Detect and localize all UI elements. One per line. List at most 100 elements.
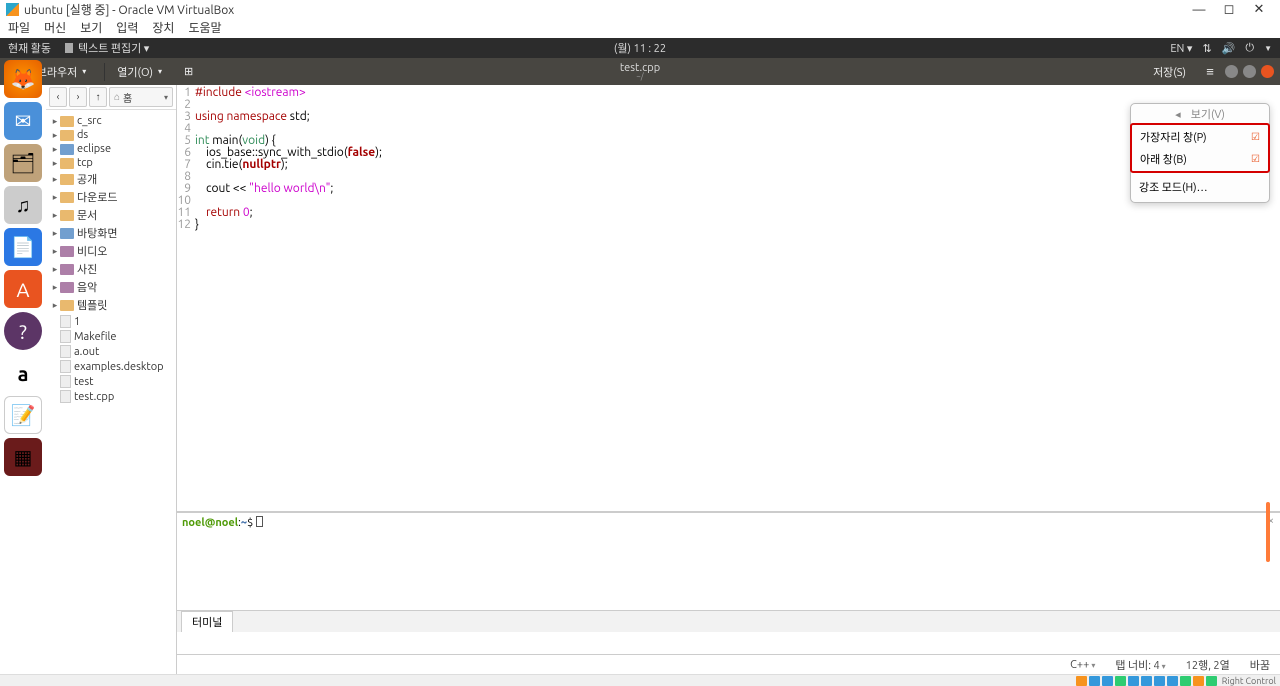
tree-item[interactable]: 1 <box>48 314 174 329</box>
nav-forward-button[interactable]: › <box>69 87 87 107</box>
volume-icon[interactable]: 🔊 <box>1222 42 1236 55</box>
tree-item[interactable]: ▸다운로드 <box>48 188 174 206</box>
amazon-icon[interactable]: a <box>4 354 42 392</box>
popup-view-header: ◂ 보기(V) <box>1131 104 1269 124</box>
open-button[interactable]: 열기(O)▾ <box>109 62 170 82</box>
gedit-headerbar: 파일 브라우저▾ 열기(O)▾ ⊞ test.cpp ~/ 저장(S) ≡ <box>0 58 1280 85</box>
hamburger-menu-button[interactable]: ≡ <box>1200 64 1220 79</box>
tree-item[interactable]: ▸tcp <box>48 156 174 170</box>
vb-mouse-icon[interactable] <box>1193 676 1204 686</box>
file-tree: ▸c_src▸ds▸eclipse▸tcp▸공개▸다운로드▸문서▸바탕화면▸비디… <box>46 110 176 408</box>
save-button[interactable]: 저장(S) <box>1145 62 1194 82</box>
vb-display-icon[interactable] <box>1154 676 1165 686</box>
insert-mode[interactable]: 바꿈 <box>1250 657 1270 673</box>
file-browser-sidebar: ‹ › ↑ ⌂홈▾ ▸c_src▸ds▸eclipse▸tcp▸공개▸다운로드▸… <box>46 85 177 674</box>
terminal-tab[interactable]: 터미널 <box>181 611 233 632</box>
vb-menu-input[interactable]: 입력 <box>116 19 138 38</box>
app-menu[interactable]: 텍스트 편집기 ▾ <box>65 40 149 56</box>
tree-item[interactable]: a.out <box>48 344 174 359</box>
maximize-button[interactable]: ◻ <box>1214 2 1244 17</box>
text-editor-launcher-icon[interactable]: 📝 <box>4 396 42 434</box>
window-close-button[interactable] <box>1261 65 1274 78</box>
gnome-top-bar: 현재 활동 텍스트 편집기 ▾ (월) 11 : 22 EN ▾ ⇅ 🔊 ⏻ ▼ <box>0 38 1280 58</box>
vb-recording-icon[interactable] <box>1167 676 1178 686</box>
files-icon[interactable]: 🗂 <box>4 144 42 182</box>
rhythmbox-icon[interactable]: ♫ <box>4 186 42 224</box>
line-number-gutter: 123456789101112 <box>177 85 195 511</box>
host-key-label: Right Control <box>1222 676 1276 686</box>
source-map-indicator <box>1266 502 1270 562</box>
vb-hdd-icon[interactable] <box>1076 676 1087 686</box>
home-icon: ⌂ <box>114 91 120 103</box>
vb-shared-folder-icon[interactable] <box>1141 676 1152 686</box>
clock[interactable]: (월) 11 : 22 <box>614 40 666 56</box>
virtualbox-icon <box>6 3 19 16</box>
vb-menu-machine[interactable]: 머신 <box>44 19 66 38</box>
vb-keyboard-icon[interactable] <box>1206 676 1217 686</box>
close-button[interactable]: ✕ <box>1244 2 1274 17</box>
tree-item[interactable]: examples.desktop <box>48 359 174 374</box>
tree-item[interactable]: ▸c_src <box>48 114 174 128</box>
statusbar: C++▾ 탭 너비: 4▾ 12행, 2열 바꿈 <box>177 654 1280 674</box>
tree-item[interactable]: ▸바탕화면 <box>48 224 174 242</box>
tree-item[interactable]: test.cpp <box>48 389 174 404</box>
vb-menu-help[interactable]: 도움말 <box>188 19 221 38</box>
code-content[interactable]: #include <iostream> using namespace std;… <box>195 85 382 511</box>
vb-usb-icon[interactable] <box>1128 676 1139 686</box>
tree-item[interactable]: ▸비디오 <box>48 242 174 260</box>
tree-item[interactable]: test <box>48 374 174 389</box>
popup-side-panel[interactable]: 가장자리 창(P)☑ <box>1132 126 1268 148</box>
ubuntu-software-icon[interactable]: A <box>4 270 42 308</box>
virtualbox-statusbar: Right Control <box>0 674 1280 686</box>
window-title: ubuntu [실행 중] - Oracle VM VirtualBox <box>24 1 234 18</box>
activities-button[interactable]: 현재 활동 <box>8 40 51 56</box>
power-icon[interactable]: ⏻ <box>1245 42 1254 55</box>
vb-menu-file[interactable]: 파일 <box>8 19 30 38</box>
check-icon: ☑ <box>1251 131 1260 143</box>
vb-cpu-icon[interactable] <box>1180 676 1191 686</box>
cursor-position: 12행, 2열 <box>1186 657 1230 673</box>
nav-home-button[interactable]: ⌂홈▾ <box>109 87 173 107</box>
popup-highlight-mode[interactable]: 강조 모드(H)… <box>1131 176 1269 198</box>
firefox-icon[interactable]: 🦊 <box>4 60 42 98</box>
tree-item[interactable]: ▸공개 <box>48 170 174 188</box>
nav-back-button[interactable]: ‹ <box>49 87 67 107</box>
language-mode[interactable]: C++▾ <box>1070 659 1095 671</box>
vb-optical-icon[interactable] <box>1089 676 1100 686</box>
text-editor-icon <box>65 43 73 53</box>
system-menu-caret[interactable]: ▼ <box>1264 44 1272 53</box>
thunderbird-icon[interactable]: ✉ <box>4 102 42 140</box>
tree-item[interactable]: ▸문서 <box>48 206 174 224</box>
new-tab-button[interactable]: ⊞ <box>176 63 201 80</box>
editor-area: 123456789101112 #include <iostream> usin… <box>177 85 1280 632</box>
tree-item[interactable]: ▸ds <box>48 128 174 142</box>
vb-audio-icon[interactable] <box>1102 676 1113 686</box>
tree-item[interactable]: ▸음악 <box>48 278 174 296</box>
tree-item[interactable]: ▸사진 <box>48 260 174 278</box>
tree-item[interactable]: Makefile <box>48 329 174 344</box>
virtualbox-titlebar: ubuntu [실행 중] - Oracle VM VirtualBox — ◻… <box>0 0 1280 19</box>
window-maximize-button[interactable] <box>1243 65 1256 78</box>
language-indicator[interactable]: EN ▾ <box>1170 42 1192 55</box>
vb-network-icon[interactable] <box>1115 676 1126 686</box>
nav-up-button[interactable]: ↑ <box>89 87 107 107</box>
help-icon[interactable]: ? <box>4 312 42 350</box>
virtualbox-menubar: 파일 머신 보기 입력 장치 도움말 <box>0 19 1280 38</box>
tree-item[interactable]: ▸템플릿 <box>48 296 174 314</box>
minimize-button[interactable]: — <box>1184 3 1214 17</box>
show-applications-button[interactable] <box>8 644 38 674</box>
network-icon[interactable]: ⇅ <box>1202 42 1211 55</box>
wine-icon[interactable]: ▦ <box>4 438 42 476</box>
vb-menu-devices[interactable]: 장치 <box>152 19 174 38</box>
check-icon: ☑ <box>1251 153 1260 165</box>
window-minimize-button[interactable] <box>1225 65 1238 78</box>
embedded-terminal[interactable]: noel@noel:~$ × <box>177 512 1280 610</box>
tree-item[interactable]: ▸eclipse <box>48 142 174 156</box>
popup-highlight-box: 가장자리 창(P)☑ 아래 창(B)☑ <box>1130 123 1270 173</box>
terminal-cursor <box>256 516 263 527</box>
libreoffice-writer-icon[interactable]: 📄 <box>4 228 42 266</box>
tab-width[interactable]: 탭 너비: 4▾ <box>1115 657 1165 673</box>
unity-launcher: 🦊 ✉ 🗂 ♫ 📄 A ? a 📝 ▦ <box>0 58 46 674</box>
vb-menu-view[interactable]: 보기 <box>80 19 102 38</box>
popup-bottom-panel[interactable]: 아래 창(B)☑ <box>1132 148 1268 170</box>
